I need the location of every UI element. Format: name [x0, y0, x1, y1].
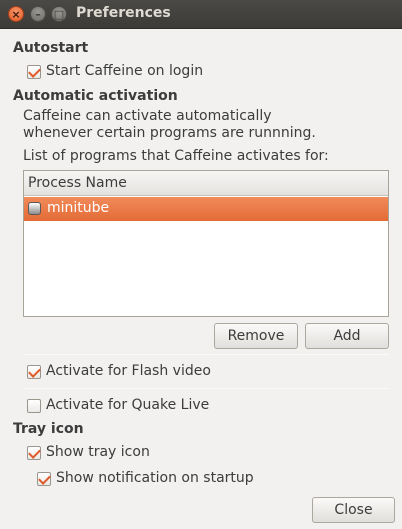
show-notification-checkbox[interactable]: [37, 472, 51, 486]
automatic-activation-heading: Automatic activation: [13, 88, 178, 104]
separator: [23, 388, 389, 389]
activation-description-line2: whenever certain programs are runnning.: [23, 125, 316, 141]
process-name-header-label: Process Name: [28, 175, 127, 191]
flash-video-checkbox[interactable]: [27, 365, 41, 379]
list-item[interactable]: minitube: [24, 197, 388, 221]
remove-button[interactable]: Remove: [214, 323, 298, 349]
window-maximize-button[interactable]: □: [51, 6, 67, 22]
show-notification-label[interactable]: Show notification on startup: [56, 470, 254, 486]
quake-live-checkbox[interactable]: [27, 399, 41, 413]
separator: [23, 354, 389, 355]
application-icon: [28, 202, 41, 215]
list-item-label: minitube: [47, 200, 110, 216]
process-name-column-header[interactable]: Process Name: [24, 171, 388, 196]
tray-icon-heading: Tray icon: [13, 421, 84, 437]
flash-video-label[interactable]: Activate for Flash video: [46, 363, 211, 379]
title-bar: × – □ Preferences: [0, 0, 402, 29]
autostart-heading: Autostart: [13, 40, 89, 56]
activation-description-line1: Caffeine can activate automatically: [23, 108, 272, 124]
quake-live-label[interactable]: Activate for Quake Live: [46, 397, 209, 413]
add-button[interactable]: Add: [305, 323, 389, 349]
window-title: Preferences: [76, 5, 171, 21]
start-on-login-label[interactable]: Start Caffeine on login: [46, 63, 203, 79]
window-close-button[interactable]: ×: [8, 6, 24, 22]
program-list[interactable]: Process Name minitube: [23, 170, 389, 317]
window-minimize-button[interactable]: –: [30, 6, 46, 22]
close-button[interactable]: Close: [312, 497, 395, 523]
show-tray-icon-label[interactable]: Show tray icon: [46, 444, 150, 460]
start-on-login-checkbox[interactable]: [27, 65, 41, 79]
show-tray-icon-checkbox[interactable]: [27, 446, 41, 460]
program-list-caption: List of programs that Caffeine activates…: [23, 148, 329, 164]
